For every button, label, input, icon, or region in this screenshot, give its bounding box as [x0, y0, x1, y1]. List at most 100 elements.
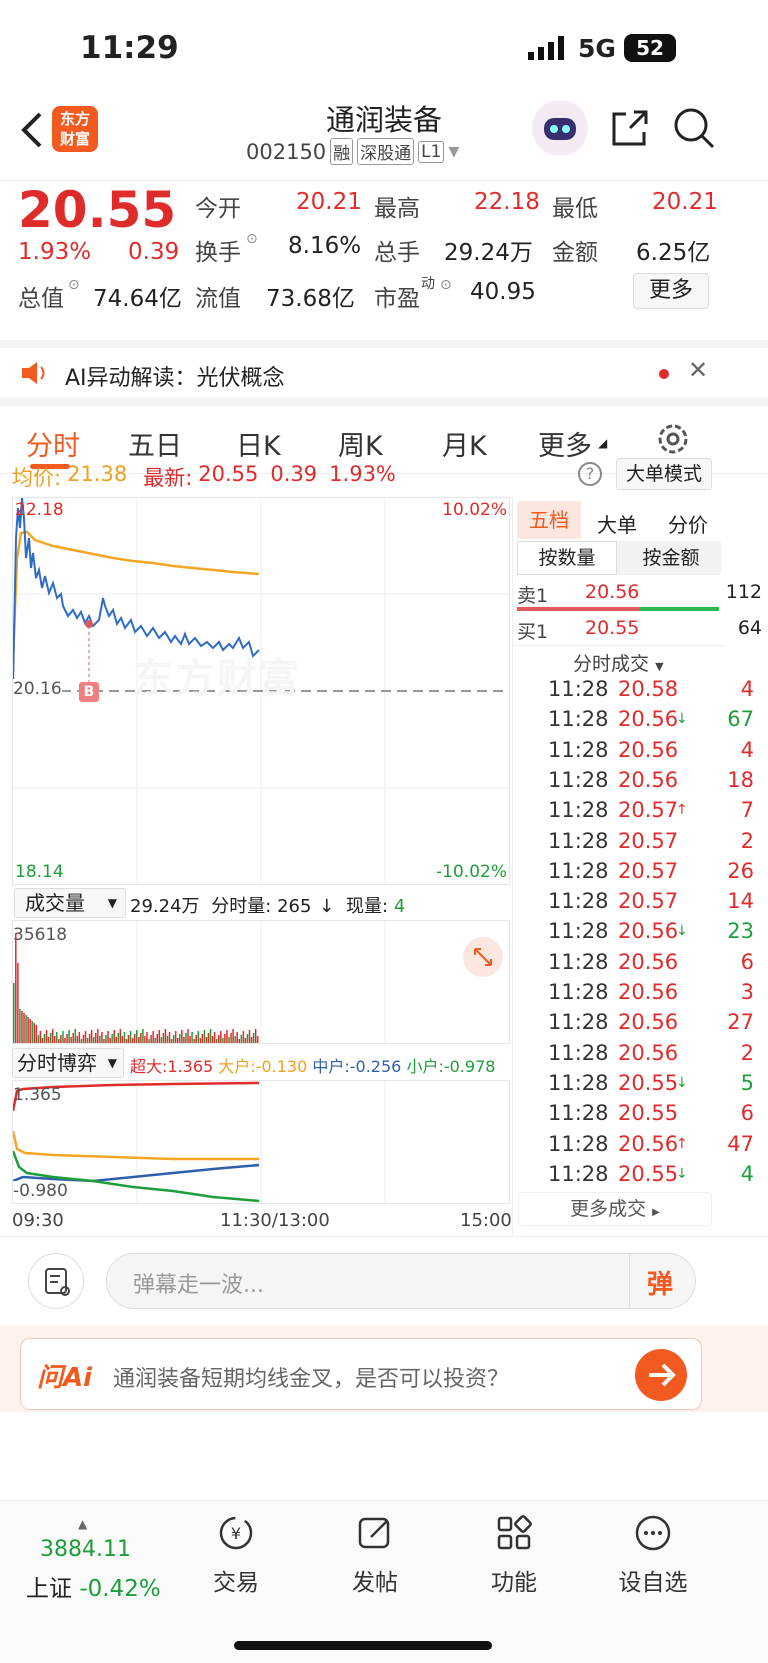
trade-time: 11:28 — [548, 1070, 609, 1095]
nav-functions[interactable]: 功能 — [459, 1513, 569, 1597]
tab-five-day[interactable]: 五日 — [128, 424, 182, 463]
info-icon[interactable]: ⊙ — [246, 231, 258, 247]
expand-icon[interactable] — [463, 937, 503, 977]
volume-chart[interactable]: 35618 — [12, 920, 510, 1044]
trade-price: 20.56 — [618, 1131, 679, 1156]
trade-qty: 23 — [727, 919, 754, 944]
tab-intraday[interactable]: 分时 — [26, 424, 80, 463]
settings-gear-icon[interactable] — [656, 422, 690, 456]
volume-bar — [172, 1035, 175, 1043]
ask-ai-card[interactable]: 问Ai 通润装备短期均线金叉，是否可以投资？ — [20, 1338, 702, 1410]
buy-marker[interactable]: B — [79, 682, 99, 702]
trade-qty: 4 — [740, 677, 754, 701]
tab-day-k[interactable]: 日K — [236, 424, 281, 463]
capital-flow-chart[interactable]: 1.365 -0.980 — [12, 1080, 510, 1204]
trade-time: 11:28 — [548, 828, 609, 853]
tab-order-book[interactable]: 五档 — [517, 501, 581, 539]
flow-selector-label: 分时博弈 — [17, 1051, 97, 1075]
trade-qty: 7 — [740, 798, 754, 823]
intraday-price-chart[interactable]: 东方财富 22.18 10.02% 20.16 18.14 -10.02% B — [12, 497, 510, 885]
volume-bar — [121, 1036, 124, 1043]
volume-bar — [144, 1036, 146, 1043]
volume-selector[interactable]: 成交量 ▼ — [14, 888, 126, 918]
index-pct: -0.42% — [79, 1576, 161, 1602]
info-icon[interactable]: ⊙ — [68, 277, 80, 293]
volume-bar — [185, 1033, 187, 1043]
legend-large: 大户:-0.130 — [218, 1057, 308, 1076]
legend-medium: 中户:-0.256 — [312, 1057, 402, 1076]
trades-title-label: 分时成交 — [573, 653, 650, 675]
tab-big-orders[interactable]: 大单 — [597, 509, 637, 538]
index-row[interactable]: 上证 -0.42% — [26, 1569, 161, 1603]
volume-bar — [236, 1032, 238, 1043]
flow-selector[interactable]: 分时博弈 ▼ — [12, 1048, 124, 1078]
volume-bars-svg — [13, 921, 386, 1043]
robot-assistant-icon[interactable] — [532, 100, 588, 156]
volume-bar — [117, 1033, 120, 1043]
share-icon[interactable] — [610, 108, 650, 148]
volume-bar — [189, 1036, 191, 1043]
danmaku-input[interactable]: 弹幕走一波... 弹 — [106, 1253, 696, 1309]
volume-bar — [74, 1029, 76, 1043]
trade-row: 11:28 20.57 26 — [548, 859, 764, 891]
volume-bar — [213, 1032, 216, 1043]
trades-title[interactable]: 分时成交 ▼ — [573, 649, 664, 676]
subtab-by-quantity[interactable]: 按数量 — [517, 541, 617, 575]
help-icon[interactable]: ? — [578, 462, 602, 486]
volume-bar — [23, 1013, 25, 1043]
volume-bar — [228, 1037, 230, 1043]
trade-row: 11:28 20.56 4 — [548, 738, 764, 770]
close-icon[interactable]: ✕ — [688, 356, 708, 384]
danmaku-toggle[interactable]: 弹 — [647, 1264, 673, 1301]
caret-up-icon[interactable]: ▲ — [78, 1517, 87, 1531]
chevron-down-icon[interactable]: ▼ — [448, 144, 459, 160]
tab-month-k[interactable]: 月K — [442, 424, 487, 463]
volume-bar — [207, 1033, 210, 1043]
back-button[interactable] — [14, 110, 50, 150]
volume-bar — [72, 1033, 74, 1043]
volume-bar — [218, 1035, 220, 1043]
nav-trade[interactable]: ¥ 交易 — [181, 1513, 291, 1597]
volume-bar — [201, 1034, 204, 1043]
volume-bar — [78, 1032, 81, 1043]
nav-post[interactable]: 发帖 — [320, 1513, 430, 1597]
buy1-label: 买1 — [517, 621, 549, 643]
minute-volume: 265 — [277, 896, 312, 917]
trade-qty: 14 — [727, 889, 754, 914]
arrow-right-icon[interactable] — [635, 1349, 687, 1401]
volume-bar — [181, 1030, 183, 1043]
trade-qty: 67 — [727, 707, 754, 732]
volume-bar — [43, 1034, 46, 1043]
app-logo: 东方 财富 — [52, 106, 98, 152]
volume-bar — [154, 1038, 156, 1043]
volume-bar — [234, 1036, 236, 1043]
subtab-by-amount[interactable]: 按金额 — [621, 541, 721, 575]
ai-alert-text: AI异动解读：光伏概念 — [65, 366, 285, 391]
more-button[interactable]: 更多 — [633, 273, 709, 309]
avg-price-line — [13, 530, 260, 659]
info-icon[interactable]: ⊙ — [440, 277, 452, 293]
tab-price-dist[interactable]: 分价 — [668, 509, 708, 538]
tab-week-k[interactable]: 周K — [338, 424, 383, 463]
ai-alert-bar[interactable]: AI异动解读：光伏概念 ✕ — [0, 340, 768, 406]
trade-direction-icon: ↓ — [676, 1165, 688, 1182]
volume-bar — [222, 1038, 224, 1043]
volume-bar — [70, 1037, 72, 1043]
big-order-mode-button[interactable]: 大单模式 — [616, 458, 712, 490]
volume-bar — [197, 1031, 199, 1043]
bottom-bar: ▲ 3884.11 上证 -0.42% ¥ 交易 发帖 功能 设自选 — [0, 1500, 768, 1663]
notes-icon[interactable] — [28, 1253, 84, 1309]
latest-label: 最新: — [143, 466, 193, 490]
stock-code: 002150 — [246, 139, 327, 164]
volume-bar — [226, 1030, 228, 1043]
volume-bar — [254, 1029, 257, 1043]
search-icon[interactable] — [672, 106, 716, 150]
trade-direction-icon: ↑ — [676, 802, 688, 819]
volume-bar — [95, 1033, 97, 1043]
volume-bar — [17, 963, 19, 1043]
more-trades-button[interactable]: 更多成交 ▶ — [518, 1192, 712, 1226]
trade-price: 20.56 — [618, 707, 679, 732]
volume-bar — [90, 1030, 93, 1043]
tab-more[interactable]: 更多 — [538, 424, 592, 463]
nav-add-watchlist[interactable]: 设自选 — [598, 1513, 708, 1597]
